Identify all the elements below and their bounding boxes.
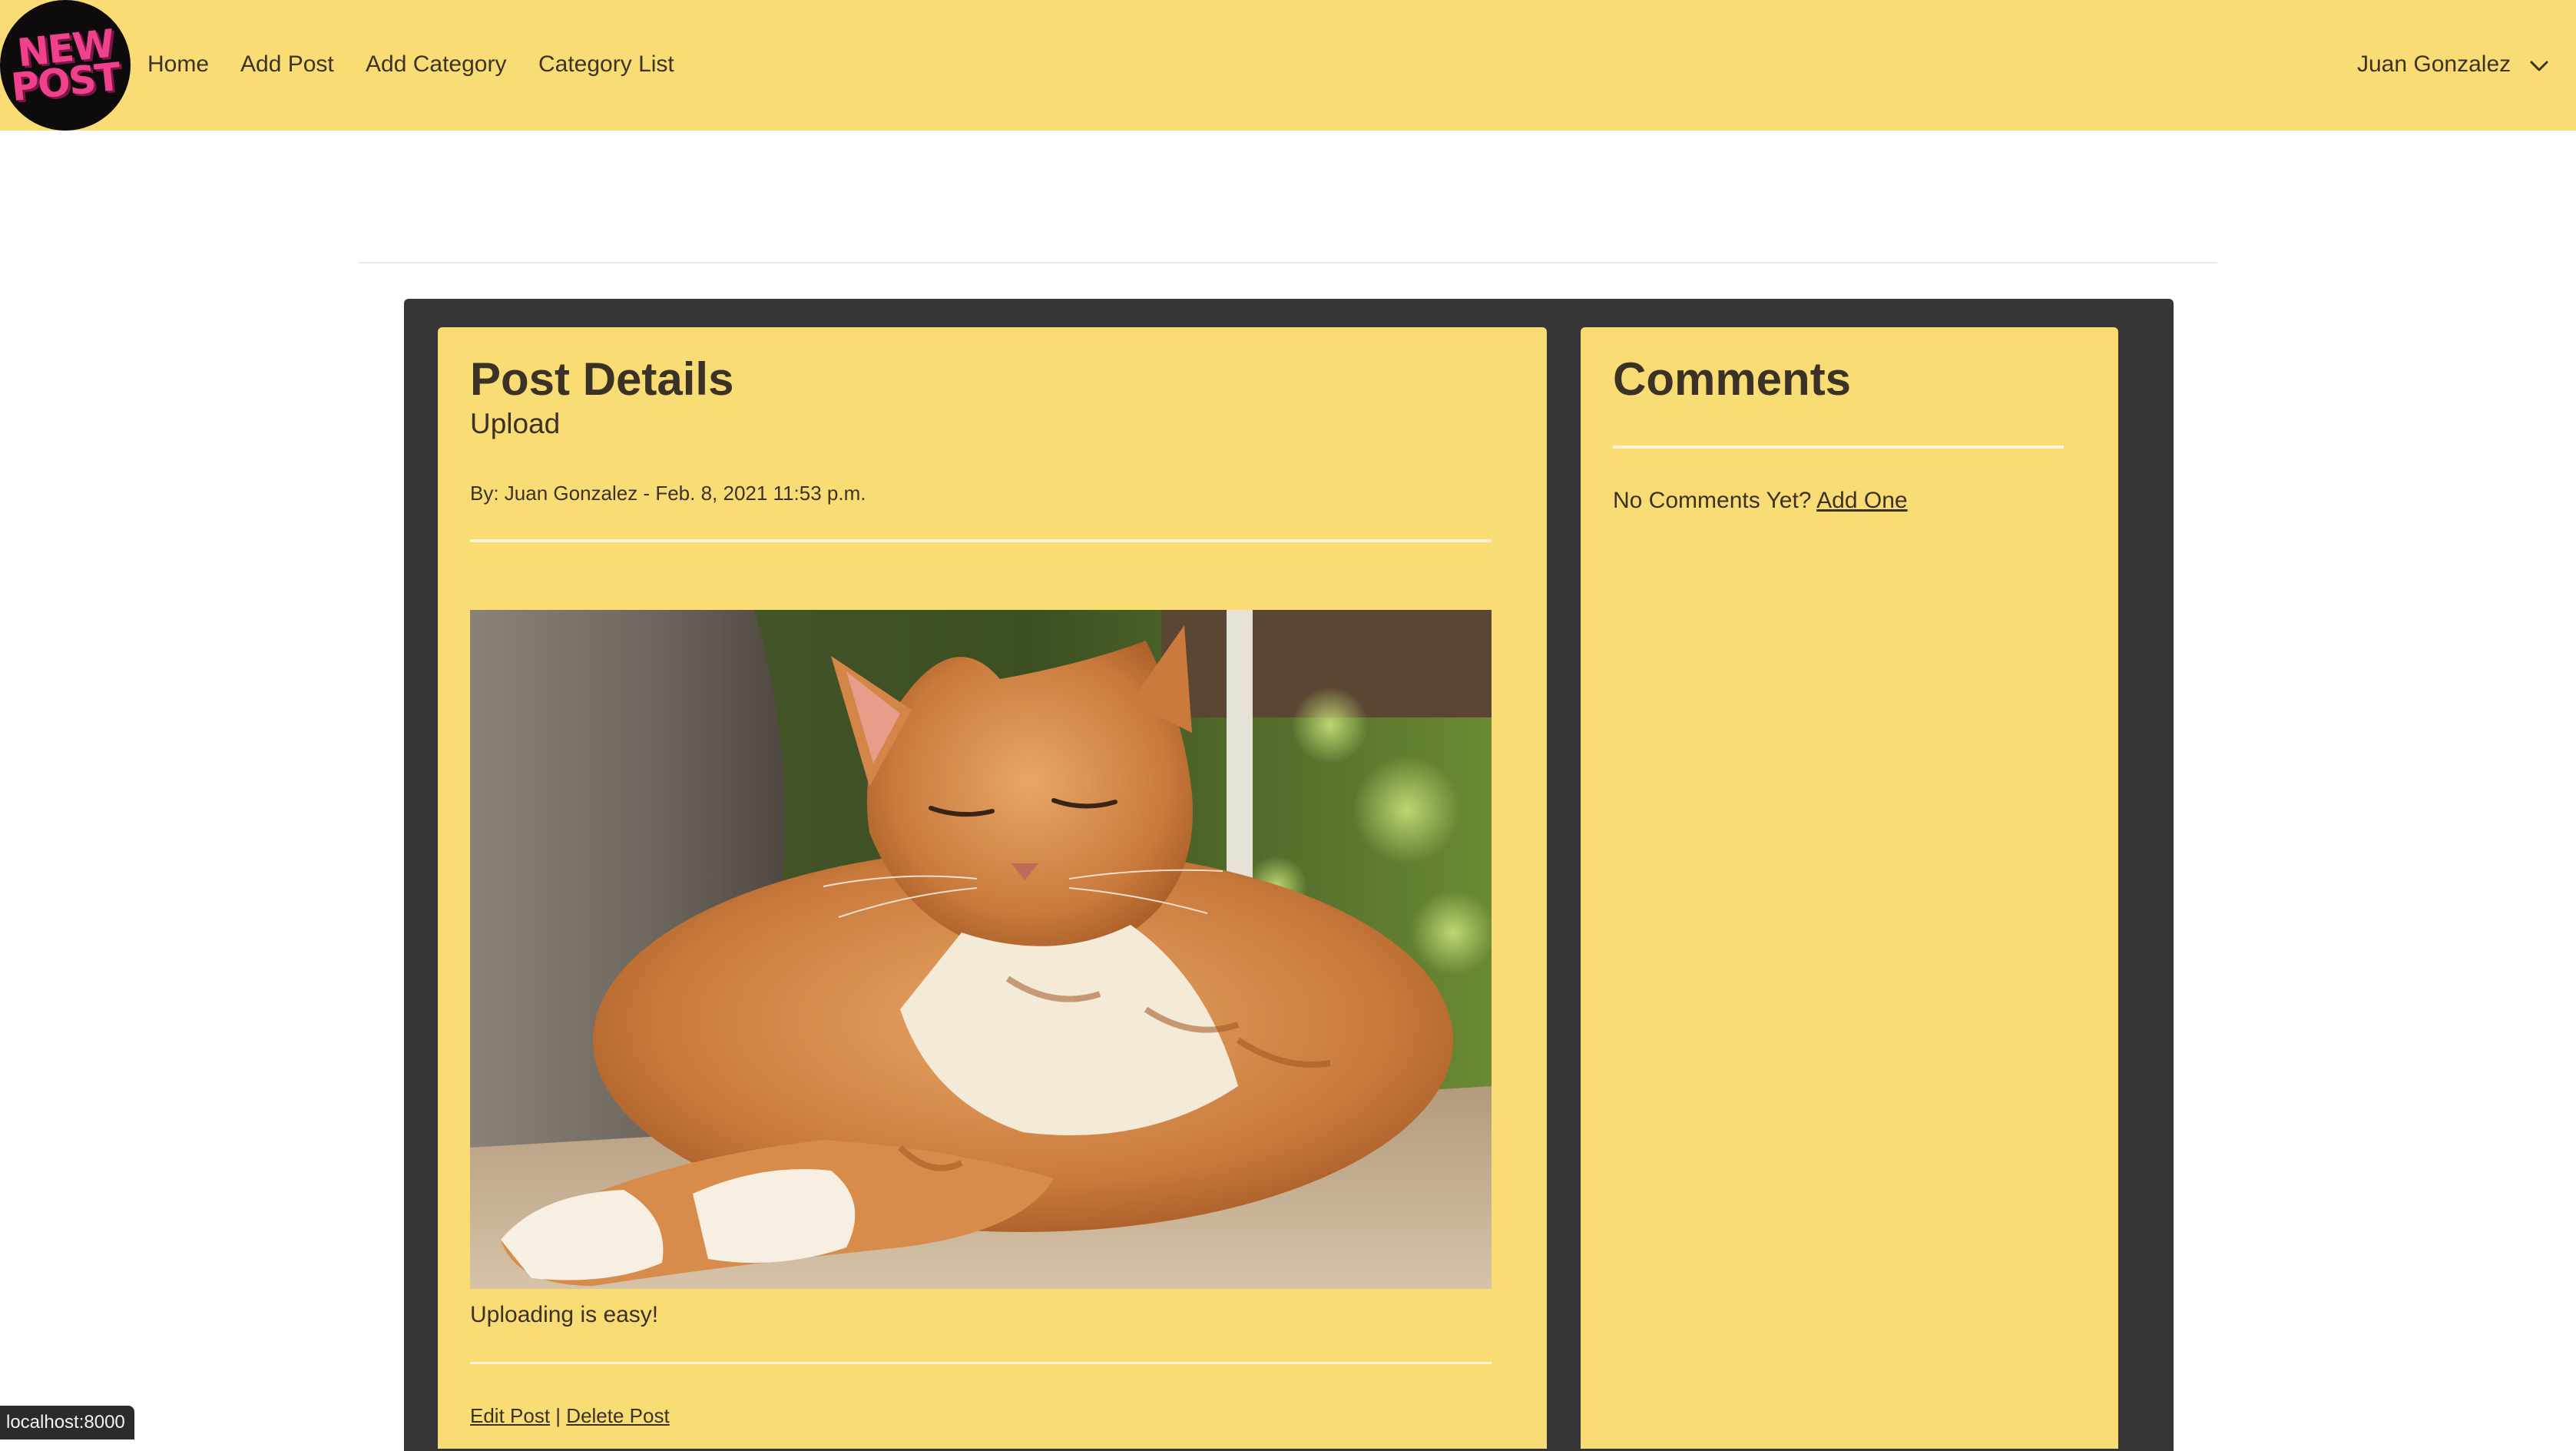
status-bar-url: localhost:8000 xyxy=(0,1406,134,1439)
page-divider xyxy=(359,262,2217,263)
nav-link-add-category[interactable]: Add Category xyxy=(366,49,506,80)
user-menu-dropdown[interactable]: Juan Gonzalez xyxy=(2357,49,2549,81)
post-title: Upload xyxy=(470,408,561,439)
chevron-down-icon xyxy=(2529,50,2549,81)
action-separator: | xyxy=(555,1404,561,1427)
edit-post-link[interactable]: Edit Post xyxy=(470,1404,550,1427)
no-comments-message: No Comments Yet? Add One xyxy=(1613,485,1908,516)
post-actions: Edit Post | Delete Post xyxy=(470,1403,670,1429)
add-comment-link[interactable]: Add One xyxy=(1816,488,1907,513)
post-body: Uploading is easy! xyxy=(470,1302,659,1327)
comments-heading: Comments xyxy=(1613,353,1852,405)
new-post-logo[interactable]: NEW POST xyxy=(0,0,131,131)
post-details-heading: Post Details xyxy=(470,353,734,405)
post-footer-rule xyxy=(470,1362,1492,1364)
post-header-rule xyxy=(470,539,1492,542)
user-name: Juan Gonzalez xyxy=(2357,51,2511,77)
delete-post-link[interactable]: Delete Post xyxy=(566,1404,669,1427)
nav-link-home[interactable]: Home xyxy=(147,49,209,80)
post-image xyxy=(470,610,1492,1289)
post-meta: By: Juan Gonzalez - Feb. 8, 2021 11:53 p… xyxy=(470,482,866,505)
comments-header-rule xyxy=(1613,446,2064,449)
logo-text-line2: POST xyxy=(8,54,122,111)
nav-link-category-list[interactable]: Category List xyxy=(538,49,674,80)
nav-link-add-post[interactable]: Add Post xyxy=(240,49,334,80)
top-navbar: NEW POST Home Add Post Add Category Cate… xyxy=(0,0,2576,131)
no-comments-text: No Comments Yet? xyxy=(1613,488,1812,513)
